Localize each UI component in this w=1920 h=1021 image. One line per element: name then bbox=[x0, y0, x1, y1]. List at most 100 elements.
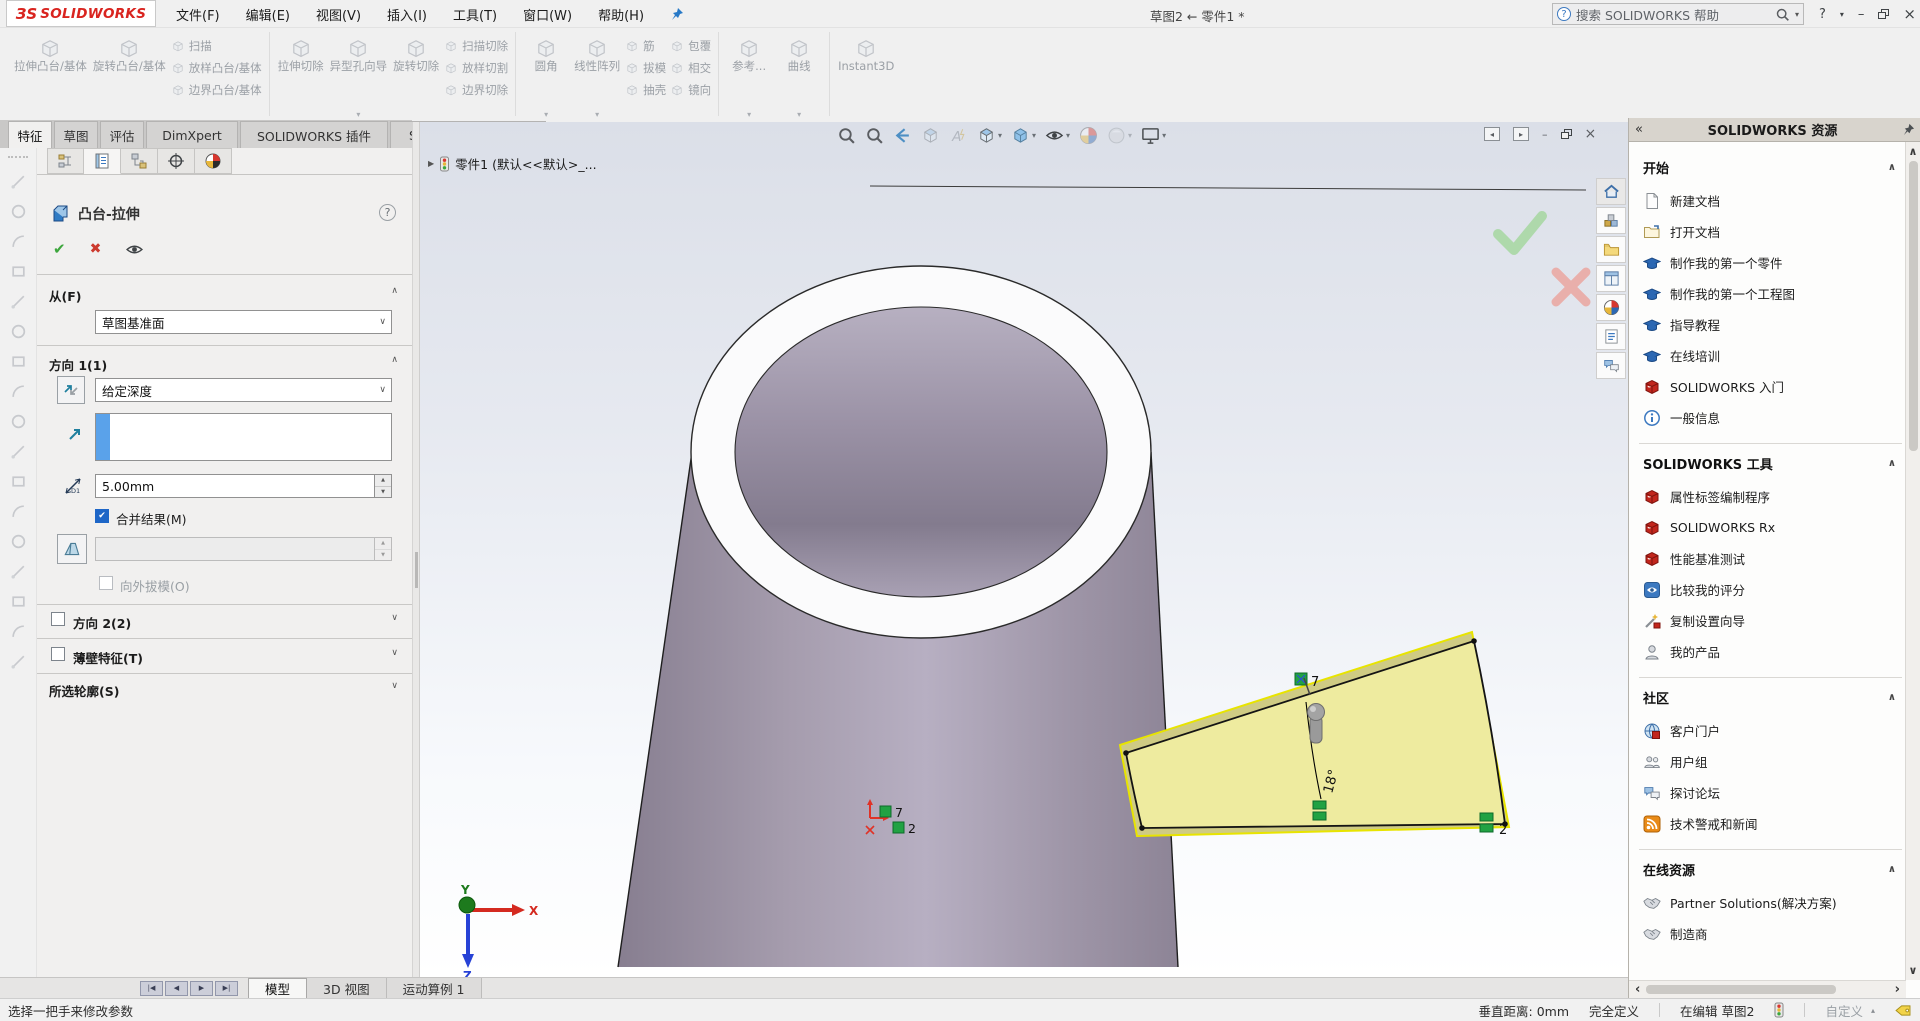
search-box[interactable]: ? 搜索 SOLIDWORKS 帮助 ▾ bbox=[1552, 3, 1804, 25]
merge-result-checkbox[interactable]: ✔ bbox=[95, 509, 109, 523]
tab-appearances[interactable] bbox=[1596, 294, 1626, 321]
link-compare-score[interactable]: 比较我的评分 bbox=[1641, 574, 1898, 605]
tab-model[interactable]: 模型 bbox=[248, 978, 307, 998]
menu-tools[interactable]: 工具(T) bbox=[453, 5, 497, 24]
sketch-vertex[interactable] bbox=[1502, 821, 1508, 827]
dimxpert-manager-tab[interactable] bbox=[158, 148, 195, 174]
tab-design-library[interactable] bbox=[1596, 207, 1626, 234]
draft-button[interactable]: 拔模 bbox=[625, 59, 666, 77]
doc-minimize-button[interactable]: – bbox=[1542, 128, 1548, 141]
link-performance-benchmark[interactable]: 性能基准测试 bbox=[1641, 543, 1898, 574]
link-new-document[interactable]: 新建文档 bbox=[1641, 185, 1898, 216]
tab-custom-properties[interactable] bbox=[1596, 323, 1626, 350]
confirm-cancel-icon[interactable] bbox=[1556, 272, 1586, 302]
display-style-button[interactable]: ▾ bbox=[1008, 124, 1039, 147]
sketch-tool-icon[interactable] bbox=[10, 203, 27, 220]
view-orientation-button[interactable]: ▾ bbox=[974, 124, 1005, 147]
link-user-groups[interactable]: 用户组 bbox=[1641, 746, 1898, 777]
menu-window[interactable]: 窗口(W) bbox=[523, 5, 572, 24]
next-tab-button[interactable]: ▶ bbox=[190, 981, 213, 996]
link-tech-alerts-news[interactable]: 技术警戒和新闻 bbox=[1641, 808, 1898, 839]
sketch-tool-icon[interactable] bbox=[10, 443, 27, 460]
curves-caret-icon[interactable]: ▾ bbox=[797, 110, 801, 119]
sketch-tool-icon[interactable] bbox=[10, 173, 27, 190]
sketch-construction-line[interactable] bbox=[870, 186, 1586, 190]
minimize-button[interactable]: – bbox=[1858, 7, 1865, 22]
menu-file[interactable]: 文件(F) bbox=[176, 5, 220, 24]
pin-pane-icon[interactable] bbox=[1902, 123, 1915, 136]
link-general-info[interactable]: 一般信息 bbox=[1641, 402, 1898, 433]
link-partner-solutions[interactable]: Partner Solutions(解决方案) bbox=[1641, 887, 1898, 918]
chevron-up-icon[interactable]: ∧ bbox=[391, 355, 398, 365]
drag-handle-ball[interactable] bbox=[1308, 704, 1325, 721]
fillet-button[interactable]: 圆角▾ bbox=[521, 31, 571, 120]
tab-view-palette[interactable] bbox=[1596, 265, 1626, 292]
link-discussion-forum[interactable]: 探讨论坛 bbox=[1641, 777, 1898, 808]
end-condition-dropdown[interactable]: 给定深度∨ bbox=[95, 378, 392, 402]
direction2-section-header[interactable]: 方向 2(2) bbox=[73, 613, 131, 632]
sweep-button[interactable]: 扫描 bbox=[171, 37, 262, 55]
sweep-cut-button[interactable]: 扫描切除 bbox=[444, 37, 508, 55]
sketch-tool-icon[interactable] bbox=[10, 323, 27, 340]
intersect-button[interactable]: 相交 bbox=[670, 59, 711, 77]
sketch-tool-icon[interactable] bbox=[10, 533, 27, 550]
search-icon[interactable] bbox=[1775, 7, 1790, 22]
chevron-down-icon[interactable]: ∨ bbox=[391, 648, 398, 658]
display-manager-tab[interactable] bbox=[195, 148, 232, 174]
tree-root-label[interactable]: 零件1 (默认<<默认>_... bbox=[455, 154, 596, 173]
cancel-button[interactable]: ✖ bbox=[90, 241, 102, 257]
revolve-boss-button[interactable]: 旋转凸台/基体 bbox=[90, 31, 169, 120]
selected-contours-section-header[interactable]: 所选轮廓(S) bbox=[49, 681, 119, 700]
wrap-button[interactable]: 包覆 bbox=[670, 37, 711, 55]
scroll-left-icon[interactable]: ‹ bbox=[1629, 982, 1646, 997]
tab-3d-views[interactable]: 3D 视图 bbox=[307, 978, 387, 998]
from-section-header[interactable]: 从(F) bbox=[49, 286, 81, 305]
direction-reference-box[interactable] bbox=[95, 413, 392, 461]
scrollbar-thumb[interactable] bbox=[1909, 161, 1918, 451]
sketch-tool-icon[interactable] bbox=[10, 653, 27, 670]
custom-caret-icon[interactable]: ▴ bbox=[1871, 1006, 1875, 1015]
chevron-down-icon[interactable]: ∨ bbox=[391, 681, 398, 691]
menu-view[interactable]: 视图(V) bbox=[316, 5, 361, 24]
hide-show-items-button[interactable]: ▾ bbox=[1042, 124, 1073, 147]
reference-geometry-button[interactable]: 参考...▾ bbox=[724, 31, 774, 120]
from-dropdown[interactable]: 草图基准面∨ bbox=[95, 310, 392, 334]
sketch-tool-icon[interactable] bbox=[10, 383, 27, 400]
tab-features[interactable]: 特征 bbox=[8, 121, 52, 148]
thin-feature-checkbox[interactable] bbox=[51, 647, 65, 661]
restore-button[interactable] bbox=[1878, 9, 1889, 19]
feature-manager-tab[interactable] bbox=[47, 148, 84, 174]
chevron-down-icon[interactable]: ∨ bbox=[391, 613, 398, 623]
chevron-up-icon[interactable]: ∧ bbox=[391, 286, 398, 296]
direction2-checkbox[interactable] bbox=[51, 612, 65, 626]
help-caret-icon[interactable]: ▾ bbox=[1840, 10, 1844, 19]
sketch-tool-icon[interactable] bbox=[10, 413, 27, 430]
depth-spinner[interactable]: ▲▼ bbox=[375, 474, 392, 498]
sketch-tool-icon[interactable] bbox=[10, 593, 27, 610]
corner-constraint-badge[interactable] bbox=[1480, 824, 1493, 832]
corner-constraint-badge[interactable] bbox=[1480, 813, 1493, 821]
help-menu-button[interactable]: ? bbox=[1819, 7, 1826, 22]
tab-solidworks-resources[interactable] bbox=[1596, 178, 1626, 205]
scroll-up-icon[interactable]: ∧ bbox=[1909, 142, 1918, 161]
tab-motion-study[interactable]: 运动算例 1 bbox=[387, 978, 482, 998]
origin-constraint-badge[interactable] bbox=[880, 806, 891, 817]
tab-forum[interactable] bbox=[1596, 352, 1626, 379]
sketch-tool-icon[interactable] bbox=[10, 473, 27, 490]
rib-button[interactable]: 筋 bbox=[625, 37, 666, 55]
curves-button[interactable]: 曲线▾ bbox=[774, 31, 824, 120]
collapse-pane-icon[interactable]: « bbox=[1635, 122, 1643, 137]
section-header[interactable]: 开始∧ bbox=[1641, 154, 1898, 185]
next-document-button[interactable]: ▸ bbox=[1513, 127, 1529, 141]
depth-input[interactable]: 5.00mm bbox=[95, 474, 375, 498]
vertical-scrollbar[interactable]: ∧ ∨ bbox=[1905, 142, 1920, 980]
menu-edit[interactable]: 编辑(E) bbox=[246, 5, 290, 24]
boundary-cut-button[interactable]: 边界切除 bbox=[444, 81, 508, 99]
section-header[interactable]: 社区∧ bbox=[1641, 684, 1898, 715]
linear-pattern-caret-icon[interactable]: ▾ bbox=[595, 110, 599, 119]
link-first-part[interactable]: 制作我的第一个零件 bbox=[1641, 247, 1898, 278]
fillet-caret-icon[interactable]: ▾ bbox=[544, 110, 548, 119]
tree-expand-icon[interactable]: ▶ bbox=[428, 159, 434, 168]
sketch-tool-icon[interactable] bbox=[10, 263, 27, 280]
link-online-training[interactable]: 在线培训 bbox=[1641, 340, 1898, 371]
